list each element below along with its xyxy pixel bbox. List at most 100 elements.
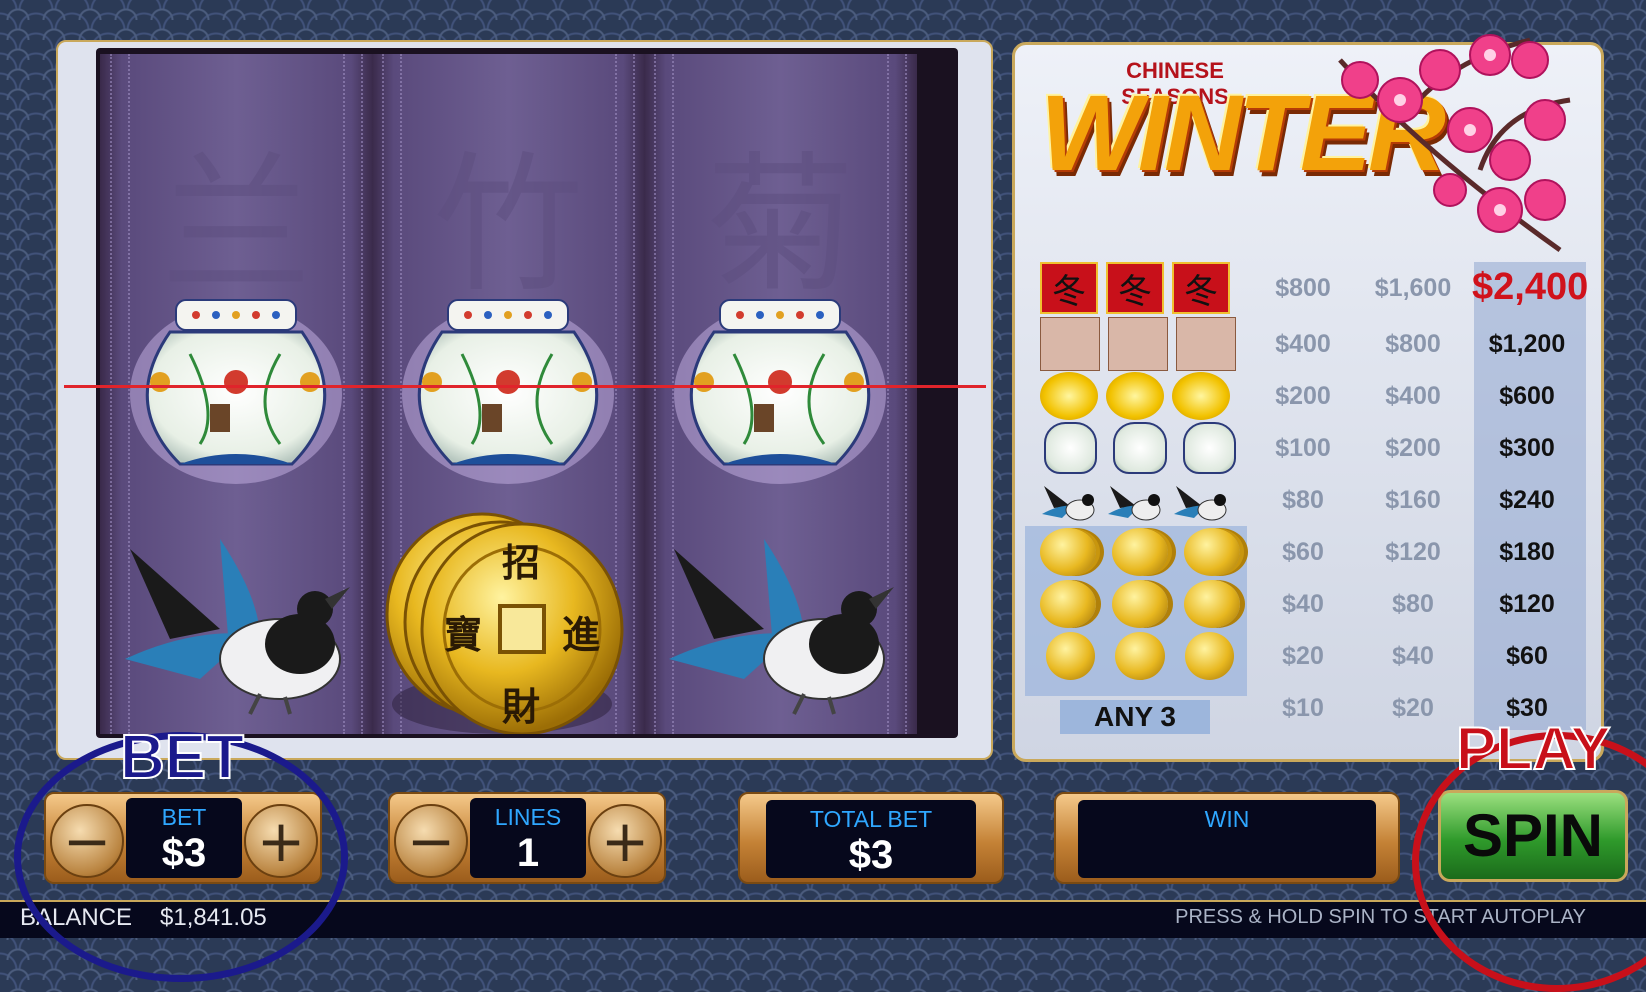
payline bbox=[64, 385, 986, 388]
plum-blossom-icon bbox=[1176, 317, 1236, 371]
bet-decrease-button[interactable]: − bbox=[50, 804, 124, 878]
paytable-row: $40 $80 $120 bbox=[1030, 578, 1590, 630]
payout-1-coin: $200 bbox=[1275, 382, 1331, 410]
win-display: WIN bbox=[1078, 800, 1376, 878]
porcelain-vase-icon bbox=[1113, 422, 1167, 474]
lines-increase-button[interactable]: + bbox=[588, 804, 662, 878]
spin-button[interactable]: SPIN bbox=[1438, 790, 1628, 882]
magpie-icon bbox=[669, 539, 894, 715]
bet-increase-button[interactable]: + bbox=[244, 804, 318, 878]
porcelain-vase-icon bbox=[130, 299, 342, 484]
reel-2: 竹 招 寶 進 財 bbox=[372, 54, 645, 734]
paytable-row: $60 $120 $180 bbox=[1030, 526, 1590, 578]
autoplay-hint: PRESS & HOLD SPIN TO START AUTOPLAY bbox=[1175, 906, 1586, 928]
plus-icon: + bbox=[256, 807, 306, 875]
any3-label: ANY 3 bbox=[1060, 700, 1210, 734]
paytable-row: $100 $200 $300 bbox=[1030, 422, 1590, 474]
winter-character-icon: 冬 bbox=[1040, 262, 1098, 314]
plum-blossom-icon bbox=[1338, 34, 1571, 253]
magpie-icon bbox=[1042, 486, 1095, 521]
payout-1-coin: $40 bbox=[1282, 590, 1324, 618]
paytable-row: 冬 冬 冬 $800 $1,600 $2,400 bbox=[1030, 262, 1590, 314]
payout-3-coin: $300 bbox=[1499, 434, 1555, 462]
minus-icon: − bbox=[406, 807, 456, 875]
payout-3-coin: $120 bbox=[1499, 590, 1555, 618]
plum-blossom-icon bbox=[1040, 317, 1100, 371]
yellow-flower-icon bbox=[1040, 372, 1098, 420]
payout-2-coin: $800 bbox=[1385, 330, 1441, 358]
payout-3-coin: $180 bbox=[1499, 538, 1555, 566]
payout-2-coin: $200 bbox=[1385, 434, 1441, 462]
lines-label: LINES bbox=[494, 804, 562, 830]
coin-icon bbox=[1184, 632, 1234, 680]
balance-label: BALANCE bbox=[20, 904, 133, 931]
coin-stack-icon bbox=[1112, 580, 1168, 628]
total-bet-display: TOTAL BET $3 bbox=[766, 800, 976, 878]
coin-stack-icon bbox=[1040, 580, 1096, 628]
payout-1-coin: $60 bbox=[1282, 538, 1324, 566]
plum-blossom-icon bbox=[1108, 317, 1168, 371]
coin-stack-icon bbox=[1112, 528, 1168, 576]
reel-3: 菊 bbox=[644, 54, 917, 734]
total-bet-label: TOTAL BET bbox=[809, 806, 933, 832]
coin-character-left: 寶 bbox=[444, 612, 483, 657]
lines-decrease-button[interactable]: − bbox=[394, 804, 468, 878]
payout-3-coin: $2,400 bbox=[1472, 266, 1589, 308]
payout-1-coin: $20 bbox=[1282, 642, 1324, 670]
payout-2-coin: $120 bbox=[1385, 538, 1441, 566]
yellow-flower-icon bbox=[1106, 372, 1164, 420]
bet-display: BET $3 bbox=[126, 798, 242, 878]
paytable-row: $20 $40 $60 bbox=[1030, 630, 1590, 682]
payout-2-coin: $80 bbox=[1392, 590, 1434, 618]
payout-2-coin: $160 bbox=[1385, 486, 1441, 514]
coin-character-top: 招 bbox=[502, 540, 541, 585]
win-control: WIN bbox=[1054, 792, 1400, 884]
plus-icon: + bbox=[600, 807, 650, 875]
payout-2-coin: $20 bbox=[1392, 694, 1434, 722]
win-label: WIN bbox=[1204, 806, 1250, 832]
coin-character-bottom: 財 bbox=[502, 684, 541, 729]
payout-1-coin: $80 bbox=[1282, 486, 1324, 514]
total-bet-value: $3 bbox=[848, 833, 894, 877]
lines-control: − LINES 1 + bbox=[388, 792, 666, 884]
bet-label: BET bbox=[161, 804, 207, 830]
magpie-icon bbox=[1108, 486, 1161, 521]
bet-overlay-label: BET bbox=[119, 722, 245, 793]
coin-icon bbox=[1046, 632, 1096, 680]
payout-1-coin: $10 bbox=[1282, 694, 1324, 722]
payout-2-coin: $400 bbox=[1385, 382, 1441, 410]
porcelain-vase-icon bbox=[402, 299, 614, 484]
paytable-row: $400 $800 $1,200 bbox=[1030, 317, 1590, 371]
porcelain-vase-icon bbox=[1182, 422, 1236, 474]
coin-stack-icon bbox=[1040, 528, 1096, 576]
coin-icon bbox=[1115, 632, 1165, 680]
coin-stack-icon bbox=[1184, 580, 1240, 628]
bet-value: $3 bbox=[161, 831, 207, 875]
lines-display: LINES 1 bbox=[470, 798, 586, 878]
payout-2-coin: $40 bbox=[1392, 642, 1434, 670]
bet-control: − BET $3 + bbox=[44, 792, 322, 884]
payout-2-coin: $1,600 bbox=[1374, 274, 1452, 302]
reel-bg-character: 竹 bbox=[433, 139, 584, 313]
payout-1-coin: $100 bbox=[1275, 434, 1331, 462]
lines-value: 1 bbox=[516, 831, 540, 875]
reel-1: 兰 bbox=[100, 54, 373, 734]
magpie-icon bbox=[125, 539, 350, 715]
coin-stack-icon: 招 寶 進 財 bbox=[382, 504, 637, 734]
total-bet-control: TOTAL BET $3 bbox=[738, 792, 1004, 884]
winter-character-icon: 冬 bbox=[1106, 262, 1164, 314]
winter-character-icon: 冬 bbox=[1172, 262, 1230, 314]
magpie-icon bbox=[1174, 486, 1227, 521]
payout-3-coin: $1,200 bbox=[1488, 330, 1566, 358]
reel-bg-character: 兰 bbox=[161, 139, 312, 313]
payout-3-coin: $60 bbox=[1506, 642, 1548, 670]
minus-icon: − bbox=[62, 807, 112, 875]
porcelain-vase-icon bbox=[674, 299, 886, 484]
coin-character-right: 進 bbox=[562, 612, 601, 657]
coin-stack-icon bbox=[1184, 528, 1240, 576]
paytable-row: $80 $160 $240 bbox=[1030, 474, 1590, 526]
paytable-title: WINTER bbox=[1040, 72, 1446, 193]
reel-bg-character: 菊 bbox=[705, 139, 856, 313]
payout-1-coin: $400 bbox=[1275, 330, 1331, 358]
payout-3-coin: $240 bbox=[1499, 486, 1555, 514]
